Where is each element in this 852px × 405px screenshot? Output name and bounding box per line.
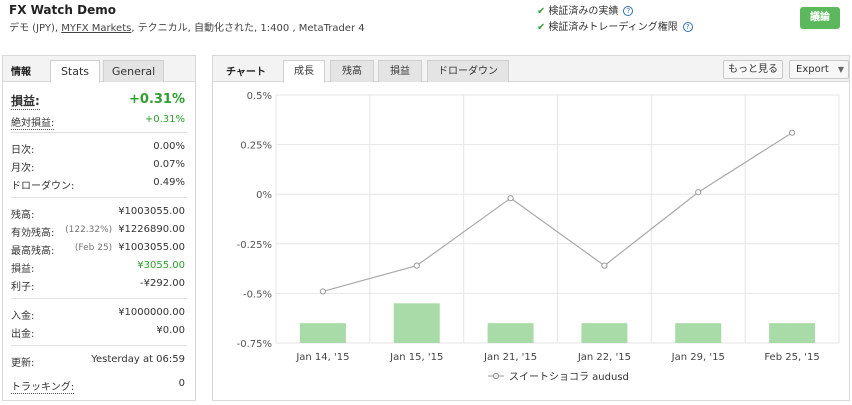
data-point xyxy=(788,129,796,136)
help-icon[interactable]: ? xyxy=(682,22,693,32)
y-tick-label: -0.75% xyxy=(237,339,272,350)
y-tick-label: 0.25% xyxy=(240,141,272,152)
drawdown-row: ドローダウン: 0.49% xyxy=(11,177,187,193)
abs-gain-value: +0.31% xyxy=(144,114,185,125)
monthly-label: 月次: xyxy=(11,163,35,174)
updated-row: 更新: Yesterday at 06:59 xyxy=(11,354,187,370)
account-meta: デモ (JPY), MYFX Markets, テクニカル, 自動化された, 1… xyxy=(9,19,365,34)
drawdown-value: 0.49% xyxy=(153,177,185,188)
divider xyxy=(11,345,187,346)
account-title: FX Watch Demo xyxy=(9,3,116,17)
gain-value: +0.31% xyxy=(129,92,185,107)
x-tick-label: Jan 21, '15 xyxy=(483,352,537,363)
highest-label: 最高残高: xyxy=(11,246,55,257)
withdrawals-row: 出金: ¥0.00 xyxy=(11,325,187,341)
tracking-row: トラッキング: 0 xyxy=(11,378,187,394)
deposits-value: ¥1000000.00 xyxy=(118,307,185,318)
balance-row: 残高: ¥1003055.00 xyxy=(11,206,187,222)
balance-value: ¥1003055.00 xyxy=(118,206,185,217)
profit-value: ¥3055.00 xyxy=(137,260,185,271)
equity-percent: (122.32%) xyxy=(65,225,113,235)
highest-row: 最高残高: (Feb 25) ¥1003055.00 xyxy=(11,242,187,258)
equity-value-wrap: (122.32%) ¥1226890.00 xyxy=(65,224,185,235)
y-tick-label: 0% xyxy=(256,190,272,201)
interest-value: -¥292.00 xyxy=(140,278,185,289)
monthly-row: 月次: 0.07% xyxy=(11,159,187,175)
discuss-button[interactable]: 議論 xyxy=(800,7,840,29)
x-tick-label: Jan 14, '15 xyxy=(295,352,349,363)
highest-date: (Feb 25) xyxy=(74,243,113,253)
updated-value: Yesterday at 06:59 xyxy=(91,354,185,365)
divider xyxy=(11,298,187,299)
daily-row: 日次: 0.00% xyxy=(11,141,187,157)
help-icon[interactable]: ? xyxy=(623,6,634,16)
abs-gain-row: 絶対損益: +0.31% xyxy=(11,114,187,130)
bar xyxy=(675,323,722,343)
check-icon: ✔ xyxy=(537,6,546,17)
withdrawals-label: 出金: xyxy=(11,329,35,340)
equity-label: 有効残高: xyxy=(11,228,55,239)
tab-general[interactable]: General xyxy=(103,60,164,82)
equity-row: 有効残高: (122.32%) ¥1226890.00 xyxy=(11,224,187,240)
y-tick-label: -0.5% xyxy=(243,289,272,300)
profit-label: 損益: xyxy=(11,264,35,275)
y-tick-label: -0.25% xyxy=(237,240,272,251)
verified-trading-privileges: ✔ 検証済みトレーディング権限? xyxy=(537,18,693,33)
legend-marker xyxy=(492,372,500,380)
verified-track-record: ✔ 検証済みの実績? xyxy=(537,2,634,17)
bar xyxy=(581,323,628,343)
verified-trading-privileges-label: 検証済みトレーディング権限 xyxy=(548,22,678,33)
divider xyxy=(11,132,187,133)
data-point xyxy=(695,189,702,196)
tracking-value: 0 xyxy=(178,378,185,389)
withdrawals-value: ¥0.00 xyxy=(156,325,185,336)
bar xyxy=(487,323,534,343)
bar xyxy=(299,323,346,343)
tab-stats[interactable]: Stats xyxy=(50,60,100,83)
highest-value: ¥1003055.00 xyxy=(118,242,185,253)
x-tick-label: Jan 15, '15 xyxy=(389,352,443,363)
data-point xyxy=(507,195,514,202)
bar xyxy=(393,303,440,343)
data-point xyxy=(601,262,608,269)
daily-label: 日次: xyxy=(11,145,35,156)
deposits-row: 入金: ¥1000000.00 xyxy=(11,307,187,323)
bar xyxy=(769,323,816,343)
abs-gain-label[interactable]: 絶対損益: xyxy=(11,114,55,130)
highest-value-wrap: (Feb 25) ¥1003055.00 xyxy=(75,242,185,253)
account-header: FX Watch Demo デモ (JPY), MYFX Markets, テク… xyxy=(0,0,852,42)
stats-panel: 情報 Stats General 損益: +0.31% 絶対損益: +0.31%… xyxy=(2,55,196,401)
monthly-value: 0.07% xyxy=(153,159,185,170)
drawdown-label: ドローダウン: xyxy=(11,181,75,192)
updated-label: 更新: xyxy=(11,358,35,369)
data-point xyxy=(319,288,327,295)
balance-label: 残高: xyxy=(11,210,35,221)
growth-chart: 0.5% 0.25% 0% -0.25% -0.5% -0.75% Jan 14, '15 J… xyxy=(237,91,840,383)
equity-value: ¥1226890.00 xyxy=(118,224,185,235)
account-meta-prefix: デモ (JPY), xyxy=(9,23,62,34)
legend-label: スイートショコラ audusd xyxy=(509,371,629,383)
info-title: 情報 xyxy=(11,67,31,78)
x-tick-label: Jan 29, '15 xyxy=(671,352,725,363)
tracking-label[interactable]: トラッキング: xyxy=(11,378,75,394)
interest-row: 利子: -¥292.00 xyxy=(11,278,187,294)
deposits-label: 入金: xyxy=(11,311,35,322)
x-tick-label: Jan 22, '15 xyxy=(577,352,631,363)
broker-link[interactable]: MYFX Markets xyxy=(61,23,131,34)
verified-track-record-label: 検証済みの実績 xyxy=(548,6,619,17)
stats-tabs: 情報 Stats General xyxy=(3,56,195,83)
chart-panel: チャート 成長 残高 損益 ドローダウン もっと見る Export ▼ 0.5% 0… xyxy=(212,55,850,401)
divider xyxy=(11,197,187,198)
account-meta-suffix: , テクニカル, 自動化された, 1:400 , MetaTrader 4 xyxy=(131,23,365,34)
profit-row: 損益: ¥3055.00 xyxy=(11,260,187,276)
y-tick-label: 0.5% xyxy=(247,91,272,102)
x-tick-label: Feb 25, '15 xyxy=(764,352,819,363)
gain-label[interactable]: 損益: xyxy=(11,92,40,110)
gain-row: 損益: +0.31% xyxy=(11,92,187,110)
check-icon: ✔ xyxy=(537,22,546,33)
data-point xyxy=(413,262,420,269)
daily-value: 0.00% xyxy=(153,141,185,152)
interest-label: 利子: xyxy=(11,282,35,293)
